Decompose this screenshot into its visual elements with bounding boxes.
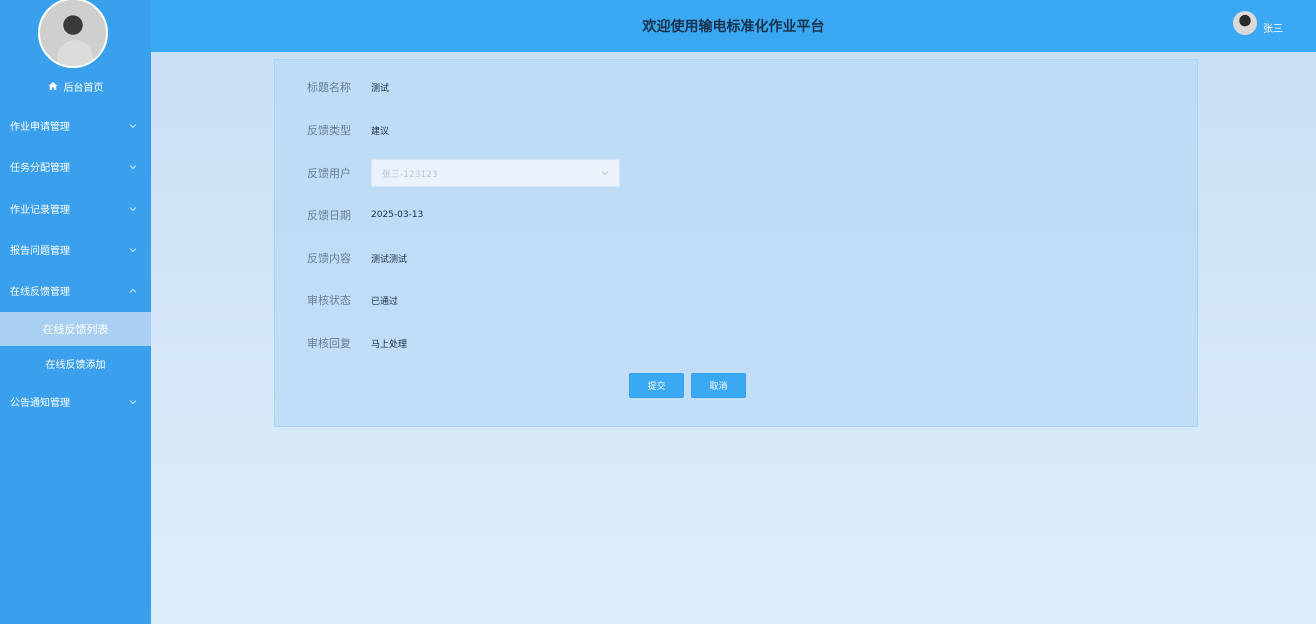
form-row-status: 审核状态 已通过	[275, 290, 1199, 310]
menu-label: 作业记录管理	[10, 205, 70, 216]
form-row-type: 反馈类型 建议	[275, 120, 1199, 140]
sidebar-home-link[interactable]: 后台首页	[0, 76, 151, 96]
submenu-label: 在线反馈列表	[42, 323, 109, 336]
chevron-down-icon	[129, 164, 137, 169]
sidebar-avatar	[38, 0, 108, 68]
user-label: 反馈用户	[307, 167, 351, 180]
content-value: 测试测试	[371, 254, 408, 265]
date-value: 2025-03-13	[371, 210, 424, 220]
menu-label: 公告通知管理	[10, 398, 70, 409]
sidebar: 后台首页 作业申请管理 任务分配管理 作业记录管理 报告问题管理 在线反馈管理 …	[0, 0, 151, 624]
user-avatar[interactable]	[1233, 11, 1257, 35]
sidebar-menu-online-feedback[interactable]: 在线反馈管理	[0, 270, 151, 311]
form-row-reply: 审核回复 马上处理	[275, 333, 1199, 353]
reply-label: 审核回复	[307, 337, 351, 350]
sidebar-subitem-feedback-add[interactable]: 在线反馈添加	[0, 346, 151, 380]
sidebar-menu-announcements[interactable]: 公告通知管理	[0, 381, 151, 422]
sidebar-menu-task-assignment[interactable]: 任务分配管理	[0, 146, 151, 187]
cancel-button[interactable]: 取消	[691, 373, 746, 398]
sidebar-subitem-feedback-list[interactable]: 在线反馈列表	[0, 312, 151, 346]
chevron-down-icon	[601, 171, 609, 176]
chevron-down-icon	[129, 247, 137, 252]
submit-button[interactable]: 提交	[629, 373, 684, 398]
chevron-down-icon	[129, 206, 137, 211]
date-label: 反馈日期	[307, 209, 351, 222]
page-title: 欢迎使用输电标准化作业平台	[642, 19, 825, 35]
user-name[interactable]: 张三	[1263, 20, 1283, 35]
content-label: 反馈内容	[307, 252, 351, 265]
menu-label: 作业申请管理	[10, 122, 70, 133]
feedback-user-select[interactable]: 张三-123123	[371, 159, 620, 187]
reply-value: 马上处理	[371, 339, 408, 350]
select-value: 张三-123123	[382, 169, 438, 180]
sidebar-home-label: 后台首页	[63, 82, 104, 94]
form-row-title: 标题名称 测试	[275, 77, 1199, 97]
sidebar-menu-report-issues[interactable]: 报告问题管理	[0, 229, 151, 270]
type-label: 反馈类型	[307, 124, 351, 137]
menu-label: 报告问题管理	[10, 246, 70, 257]
form-row-date: 反馈日期 2025-03-13	[275, 205, 1199, 225]
status-label: 审核状态	[307, 294, 351, 307]
submenu-label: 在线反馈添加	[45, 359, 106, 371]
chevron-down-icon	[129, 399, 137, 404]
feedback-form-panel: 标题名称 测试 反馈类型 建议 反馈用户 张三-123123 反馈日期 2025…	[274, 59, 1198, 427]
menu-label: 任务分配管理	[10, 163, 70, 174]
sidebar-menu-job-records[interactable]: 作业记录管理	[0, 188, 151, 229]
form-row-content: 反馈内容 测试测试	[275, 248, 1199, 268]
chevron-down-icon	[129, 123, 137, 128]
status-value: 已通过	[371, 296, 399, 307]
sidebar-menu-job-application[interactable]: 作业申请管理	[0, 105, 151, 146]
chevron-up-icon	[129, 288, 137, 293]
type-value: 建议	[371, 126, 390, 137]
menu-label: 在线反馈管理	[10, 287, 70, 298]
top-header: 欢迎使用输电标准化作业平台 张三	[151, 0, 1316, 52]
title-label: 标题名称	[307, 81, 351, 94]
title-value: 测试	[371, 83, 390, 94]
home-icon	[48, 82, 57, 90]
